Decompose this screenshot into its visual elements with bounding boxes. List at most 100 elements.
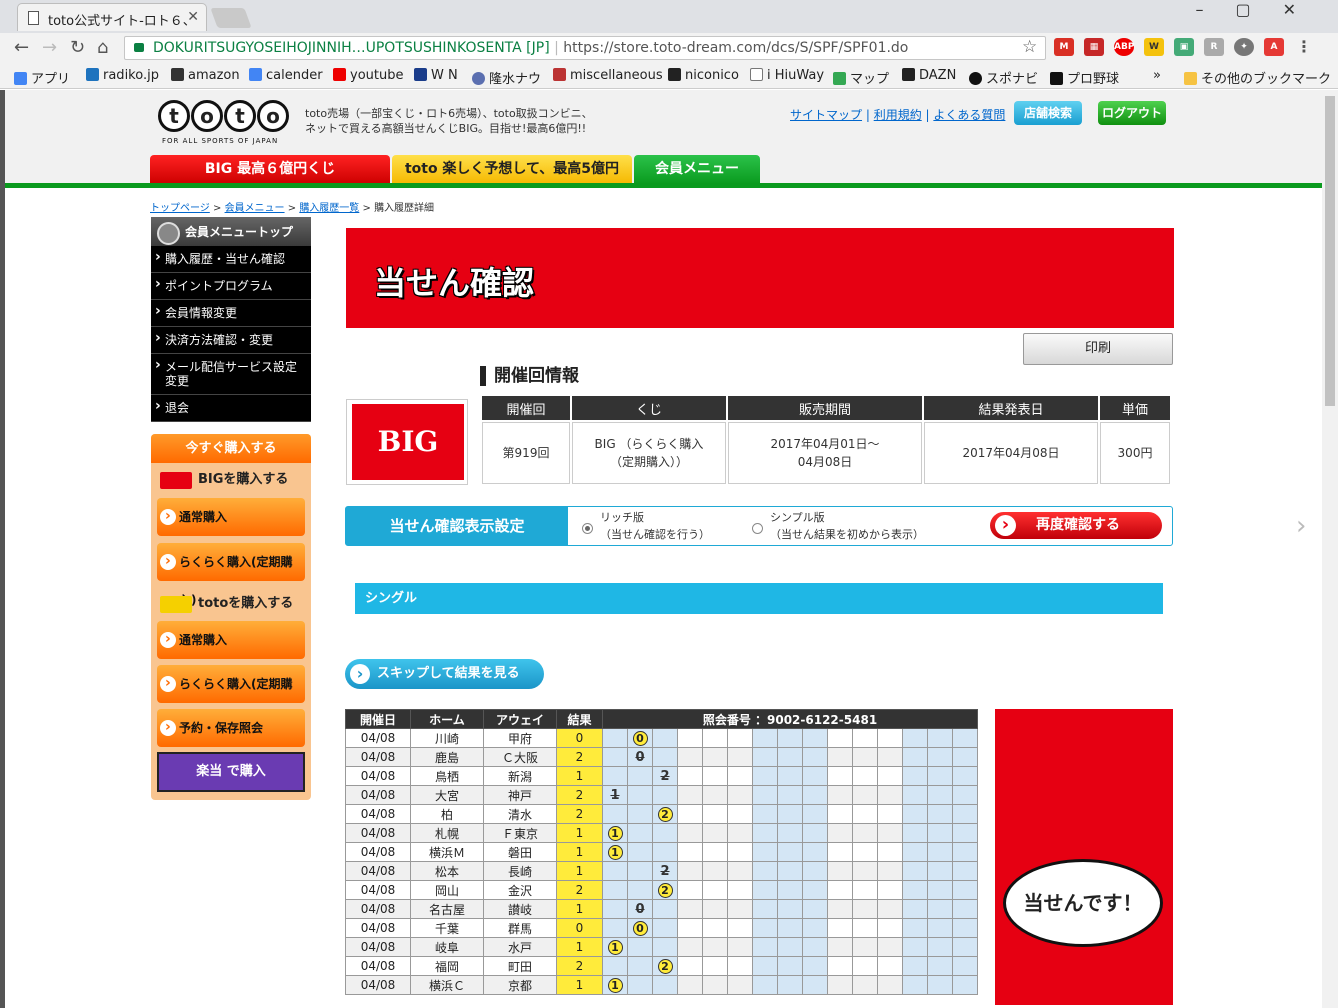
pick-cell: [677, 728, 703, 748]
rakutou-button[interactable]: 楽当 で購入: [157, 752, 305, 792]
header-description: toto売場（一部宝くじ・ロト6売場）、toto取扱コンビニ、ネットで買える高額…: [305, 107, 593, 135]
reload-icon[interactable]: ↻: [70, 37, 85, 58]
bookmark-sponavi[interactable]: スポナビ: [969, 68, 1038, 87]
bookmark-amazon[interactable]: amazon: [171, 68, 240, 83]
pdf-ext-icon[interactable]: A: [1264, 38, 1284, 56]
bookmark-baseball[interactable]: プロ野球: [1050, 68, 1119, 87]
home-icon[interactable]: ⌂: [97, 37, 108, 58]
tab-big[interactable]: BIG 最高６億円くじ: [150, 155, 390, 184]
toto-normal-button[interactable]: 通常購入: [157, 620, 305, 659]
hit-mark: 1: [607, 977, 623, 993]
pick-cell: [952, 842, 978, 862]
side-item-member-info[interactable]: 会員情報変更: [151, 300, 311, 327]
sitemap-link[interactable]: サイトマップ: [790, 108, 862, 122]
pick-cell: 2: [652, 880, 678, 900]
image-ext-icon[interactable]: ▣: [1174, 38, 1194, 56]
terms-link[interactable]: 利用規約: [874, 108, 922, 122]
close-tab-icon[interactable]: ✕: [187, 9, 199, 25]
window-controls[interactable]: –▢✕: [1195, 0, 1328, 19]
hit-mark: 1: [607, 825, 623, 841]
bookmark-apps[interactable]: アプリ: [14, 68, 70, 87]
pick-cell: [602, 747, 628, 767]
pick-cell: [752, 804, 778, 824]
skip-button[interactable]: スキップして結果を見る: [345, 659, 544, 689]
new-tab-button[interactable]: [210, 8, 252, 28]
bookmark-youtube[interactable]: youtube: [333, 68, 403, 83]
lock-icon: [134, 43, 144, 52]
gmail-icon[interactable]: M: [1054, 38, 1074, 56]
reserve-button[interactable]: 予約・保存照会: [157, 708, 305, 747]
pick-cell: [852, 823, 878, 843]
result-cell-date: 04/08: [345, 918, 411, 938]
logout-button[interactable]: ログアウト: [1098, 101, 1166, 125]
browser-tab[interactable]: toto公式サイト-ロト６、 ✕: [17, 3, 207, 31]
breadcrumb-top[interactable]: トップページ: [150, 203, 210, 214]
tab-member-menu[interactable]: 会員メニュー: [634, 155, 760, 184]
pick-cell: [827, 899, 853, 919]
bookmark-map[interactable]: マップ: [833, 68, 889, 87]
rw-ext-icon[interactable]: R: [1204, 38, 1224, 56]
big-normal-button[interactable]: 通常購入: [157, 497, 305, 536]
address-bar[interactable]: DOKURITSUGYOSEIHOJINNIH…UPOTSUSHINKOSENT…: [124, 36, 1046, 60]
breadcrumb-member[interactable]: 会員メニュー: [225, 203, 285, 214]
hit-mark: 1: [607, 939, 623, 955]
bookmark-misc[interactable]: miscellaneous: [553, 68, 663, 83]
pick-cell: [702, 728, 728, 748]
side-item-payment[interactable]: 決済方法確認・変更: [151, 327, 311, 354]
faq-link[interactable]: よくある質問: [933, 108, 1005, 122]
breadcrumb-history[interactable]: 購入履歴一覧: [299, 203, 359, 214]
back-icon[interactable]: ←: [14, 37, 29, 58]
bookmark-radiko[interactable]: radiko.jp: [86, 68, 159, 83]
bookmark-ryusui[interactable]: 隆水ナウ: [472, 68, 541, 87]
w-ext-icon[interactable]: W: [1144, 38, 1164, 56]
forward-icon[interactable]: →: [42, 37, 57, 58]
pick-cell: [752, 728, 778, 748]
hit-mark: 2: [657, 882, 673, 898]
pick-cell: [627, 861, 653, 881]
pick-cell: [627, 842, 653, 862]
pick-cell: [827, 747, 853, 767]
pick-cell: [952, 880, 978, 900]
pick-cell: [652, 937, 678, 957]
bookmark-niconico[interactable]: niconico: [668, 68, 739, 83]
bookmark-calender[interactable]: calender: [249, 68, 323, 83]
pick-cell: [802, 937, 828, 957]
result-cell-away: 長崎: [483, 861, 557, 881]
recheck-button[interactable]: 再度確認する: [990, 512, 1162, 539]
side-item-history[interactable]: 購入履歴・当せん確認: [151, 246, 311, 273]
side-item-withdraw[interactable]: 退会: [151, 395, 311, 422]
bookmark-hiuway[interactable]: i HiuWay: [750, 68, 824, 83]
result-cell-home: 福岡: [410, 956, 484, 976]
side-menu-title[interactable]: 会員メニュートップ: [151, 217, 311, 246]
radio-simple[interactable]: シンプル版 （当せん結果を初めから表示）: [750, 509, 924, 543]
menu-icon[interactable]: ⋮: [1294, 38, 1314, 56]
pick-cell: [777, 747, 803, 767]
toto-logo[interactable]: toto: [158, 100, 289, 132]
pick-cell: [727, 804, 753, 824]
tab-toto[interactable]: toto 楽しく予想して、最高5億円: [392, 155, 632, 184]
results-header: ホーム: [410, 709, 484, 729]
bookmark-other[interactable]: その他のブックマーク: [1184, 68, 1331, 87]
bookmark-star-icon[interactable]: ☆: [1022, 37, 1037, 57]
store-search-button[interactable]: 店舗検索: [1014, 101, 1082, 125]
puzzle-ext-icon[interactable]: ✦: [1234, 38, 1254, 56]
big-rakuraku-button[interactable]: らくらく購入(定期購入): [157, 542, 305, 607]
adblock-icon[interactable]: ABP: [1114, 38, 1134, 56]
calendar-ext-icon[interactable]: ▦: [1084, 38, 1104, 56]
pick-cell: [877, 728, 903, 748]
toto-rakuraku-button[interactable]: らくらく購入(定期購入): [157, 664, 305, 729]
result-cell-date: 04/08: [345, 728, 411, 748]
side-item-mail[interactable]: メール配信サービス設定変更: [151, 354, 311, 395]
pick-cell: [827, 842, 853, 862]
bookmark-dazn[interactable]: DAZN: [902, 68, 956, 83]
pick-cell: [902, 861, 928, 881]
bookmark-overflow[interactable]: »: [1153, 68, 1161, 83]
pick-cell: 1: [602, 823, 628, 843]
bookmark-wn[interactable]: W N: [414, 68, 458, 83]
scrollbar-thumb[interactable]: [1325, 96, 1335, 406]
pick-cell: [952, 804, 978, 824]
result-cell-result: 2: [556, 785, 603, 805]
side-item-points[interactable]: ポイントプログラム: [151, 273, 311, 300]
radio-rich[interactable]: リッチ版 （当せん確認を行う）: [580, 509, 710, 543]
print-button[interactable]: 印刷: [1023, 333, 1173, 365]
